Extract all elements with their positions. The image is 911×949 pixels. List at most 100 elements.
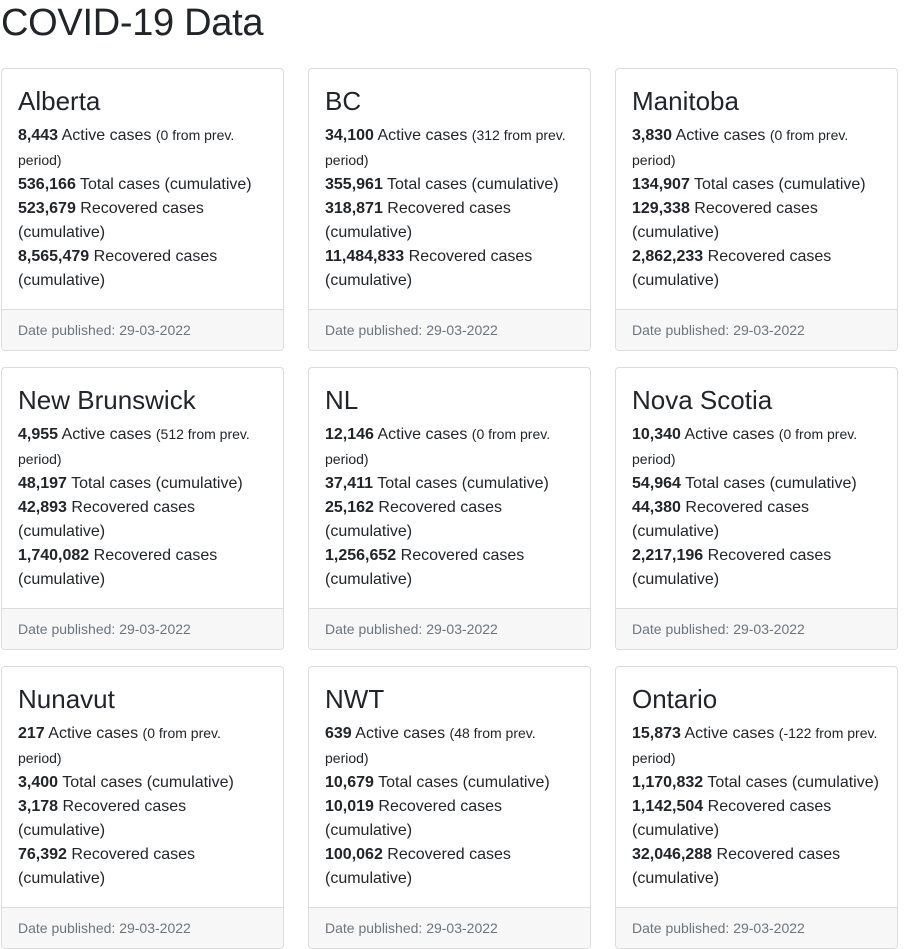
card-body: Alberta 8,443 Active cases (0 from prev.…: [2, 69, 283, 309]
date-label: Date published:: [325, 621, 423, 637]
total-cases: 37,411 Total cases (cumulative): [325, 472, 574, 496]
date-label: Date published:: [325, 322, 423, 338]
recovered-count-secondary: 1,256,652: [325, 547, 397, 564]
card-body: Nova Scotia 10,340 Active cases (0 from …: [616, 368, 897, 608]
province-card: Ontario 15,873 Active cases (-122 from p…: [615, 666, 898, 949]
recovered-count: 44,380: [632, 499, 681, 516]
active-cases: 4,955 Active cases (512 from prev. perio…: [18, 422, 267, 472]
total-label: Total cases (cumulative): [387, 176, 559, 193]
card-footer: Date published: 29-03-2022: [2, 907, 283, 948]
change-value: 512: [160, 426, 184, 442]
recovered-cases: 44,380 Recovered cases (cumulative): [632, 496, 881, 544]
recovered-cases: 1,142,504 Recovered cases (cumulative): [632, 795, 881, 843]
recovered-cases-secondary: 11,484,833 Recovered cases (cumulative): [325, 245, 574, 293]
recovered-count-secondary: 100,062: [325, 846, 383, 863]
recovered-count: 318,871: [325, 200, 383, 217]
active-label: Active cases: [684, 426, 775, 443]
recovered-count: 3,178: [18, 798, 59, 815]
card-body: BC 34,100 Active cases (312 from prev. p…: [309, 69, 590, 309]
card-footer: Date published: 29-03-2022: [616, 907, 897, 948]
recovered-cases-secondary: 1,256,652 Recovered cases (cumulative): [325, 544, 574, 592]
province-card: BC 34,100 Active cases (312 from prev. p…: [308, 68, 591, 351]
recovered-cases: 3,178 Recovered cases (cumulative): [18, 795, 267, 843]
date-label: Date published:: [632, 621, 730, 637]
province-name: BC: [325, 86, 362, 116]
total-cases: 134,907 Total cases (cumulative): [632, 173, 881, 197]
total-count: 54,964: [632, 475, 681, 492]
recovered-count-secondary: 8,565,479: [18, 248, 90, 265]
recovered-count: 129,338: [632, 200, 690, 217]
active-count: 3,830: [632, 127, 673, 144]
recovered-cases-secondary: 2,217,196 Recovered cases (cumulative): [632, 544, 881, 592]
date-label: Date published:: [632, 322, 730, 338]
recovered-cases: 10,019 Recovered cases (cumulative): [325, 795, 574, 843]
province-name: NL: [325, 385, 359, 415]
date-label: Date published:: [632, 920, 730, 936]
date-label: Date published:: [18, 621, 116, 637]
province-card: Alberta 8,443 Active cases (0 from prev.…: [1, 68, 284, 351]
card-body: Manitoba 3,830 Active cases (0 from prev…: [616, 69, 897, 309]
total-label: Total cases (cumulative): [71, 475, 243, 492]
active-label: Active cases: [377, 426, 468, 443]
recovered-cases-secondary: 100,062 Recovered cases (cumulative): [325, 843, 574, 891]
active-cases: 217 Active cases (0 from prev. period): [18, 721, 267, 771]
date-published: 29-03-2022: [733, 920, 805, 936]
active-label: Active cases: [675, 127, 766, 144]
card-body: NL 12,146 Active cases (0 from prev. per…: [309, 368, 590, 608]
active-cases: 3,830 Active cases (0 from prev. period): [632, 123, 881, 173]
active-count: 4,955: [18, 426, 59, 443]
recovered-cases-secondary: 2,862,233 Recovered cases (cumulative): [632, 245, 881, 293]
recovered-count-secondary: 2,862,233: [632, 248, 704, 265]
active-label: Active cases: [377, 127, 468, 144]
active-count: 217: [18, 725, 45, 742]
recovered-count-secondary: 32,046,288: [632, 846, 713, 863]
change-value: 312: [476, 127, 500, 143]
change-value: 0: [774, 127, 783, 143]
province-card: NWT 639 Active cases (48 from prev. peri…: [308, 666, 591, 949]
date-published: 29-03-2022: [119, 621, 191, 637]
recovered-cases-secondary: 8,565,479 Recovered cases (cumulative): [18, 245, 267, 293]
date-published: 29-03-2022: [426, 621, 498, 637]
active-cases: 639 Active cases (48 from prev. period): [325, 721, 574, 771]
province-card: New Brunswick 4,955 Active cases (512 fr…: [1, 367, 284, 650]
total-label: Total cases (cumulative): [377, 475, 549, 492]
province-name: Nunavut: [18, 684, 115, 714]
card-footer: Date published: 29-03-2022: [309, 309, 590, 350]
active-cases: 12,146 Active cases (0 from prev. period…: [325, 422, 574, 472]
recovered-count-secondary: 1,740,082: [18, 547, 90, 564]
total-count: 1,170,832: [632, 774, 704, 791]
recovered-cases-secondary: 32,046,288 Recovered cases (cumulative): [632, 843, 881, 891]
province-name: NWT: [325, 684, 385, 714]
date-published: 29-03-2022: [426, 322, 498, 338]
recovered-cases: 129,338 Recovered cases (cumulative): [632, 197, 881, 245]
date-label: Date published:: [18, 920, 116, 936]
total-count: 48,197: [18, 475, 67, 492]
recovered-cases: 523,679 Recovered cases (cumulative): [18, 197, 267, 245]
active-count: 10,340: [632, 426, 681, 443]
total-cases: 10,679 Total cases (cumulative): [325, 771, 574, 795]
total-cases: 1,170,832 Total cases (cumulative): [632, 771, 881, 795]
active-cases: 15,873 Active cases (-122 from prev. per…: [632, 721, 881, 771]
date-label: Date published:: [18, 322, 116, 338]
change-value: -122: [783, 725, 812, 741]
active-label: Active cases: [61, 127, 152, 144]
total-label: Total cases (cumulative): [378, 774, 550, 791]
change-value: 0: [783, 426, 792, 442]
active-label: Active cases: [61, 426, 152, 443]
total-count: 355,961: [325, 176, 383, 193]
card-footer: Date published: 29-03-2022: [309, 608, 590, 649]
total-count: 10,679: [325, 774, 374, 791]
card-footer: Date published: 29-03-2022: [2, 309, 283, 350]
total-cases: 536,166 Total cases (cumulative): [18, 173, 267, 197]
recovered-cases-secondary: 1,740,082 Recovered cases (cumulative): [18, 544, 267, 592]
change-value: 48: [454, 725, 470, 741]
date-label: Date published:: [325, 920, 423, 936]
recovered-count: 523,679: [18, 200, 76, 217]
total-label: Total cases (cumulative): [694, 176, 866, 193]
total-cases: 48,197 Total cases (cumulative): [18, 472, 267, 496]
province-card: Nunavut 217 Active cases (0 from prev. p…: [1, 666, 284, 949]
recovered-count-secondary: 2,217,196: [632, 547, 704, 564]
active-count: 639: [325, 725, 352, 742]
active-label: Active cases: [355, 725, 446, 742]
date-published: 29-03-2022: [119, 322, 191, 338]
